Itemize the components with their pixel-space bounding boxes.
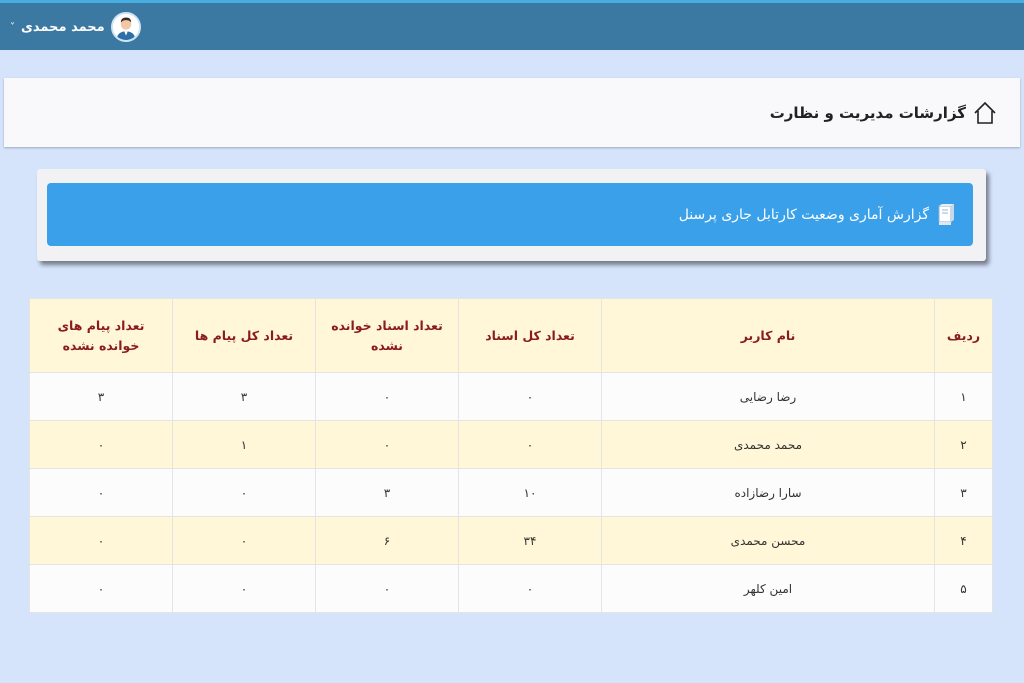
cell-unread-docs: ۳ [315, 468, 459, 517]
table-row[interactable]: ۵ امین کلهر ۰ ۰ ۰ ۰ [29, 564, 993, 613]
chevron-down-icon[interactable]: ˅ [10, 22, 15, 33]
col-header-total-msgs[interactable]: تعداد کل پیام ها [172, 298, 316, 373]
cell-total-docs: ۰ [458, 564, 602, 613]
user-menu[interactable]: ˅ محمد محمدی [10, 9, 141, 45]
cell-total-msgs: ۱ [172, 420, 316, 469]
cell-user-name: سارا رضازاده [601, 468, 935, 517]
cell-unread-docs: ۰ [315, 420, 459, 469]
cell-row: ۲ [934, 420, 993, 469]
cell-total-docs: ۱۰ [458, 468, 602, 517]
table-header-row: ردیف نام کاربر تعداد کل اسناد تعداد اسنا… [29, 298, 993, 373]
cell-total-docs: ۰ [458, 372, 602, 421]
cell-total-msgs: ۰ [172, 564, 316, 613]
cell-unread-msgs: ۰ [29, 420, 173, 469]
col-header-unread-docs[interactable]: تعداد اسناد خوانده نشده [315, 298, 459, 373]
cell-user-name: امین کلهر [601, 564, 935, 613]
table-row[interactable]: ۴ محسن محمدی ۳۴ ۶ ۰ ۰ [29, 516, 993, 565]
table-row[interactable]: ۱ رضا رضایی ۰ ۰ ۳ ۳ [29, 372, 993, 421]
user-avatar-icon[interactable] [110, 12, 141, 42]
cell-unread-docs: ۰ [315, 372, 459, 421]
cell-total-msgs: ۰ [172, 516, 316, 565]
cell-unread-docs: ۰ [315, 564, 459, 613]
cell-row: ۱ [934, 372, 993, 421]
cell-row: ۴ [934, 516, 993, 565]
book-icon [938, 203, 954, 225]
col-header-user-name[interactable]: نام کاربر [601, 298, 935, 373]
cell-unread-msgs: ۰ [29, 468, 173, 517]
top-bar: ˅ محمد محمدی [0, 0, 1024, 50]
col-header-row[interactable]: ردیف [934, 298, 993, 373]
table-row[interactable]: ۲ محمد محمدی ۰ ۰ ۱ ۰ [29, 420, 993, 469]
page-header: گزارشات مدیریت و نظارت [4, 78, 1020, 147]
report-banner: گزارش آماری وضعیت کارتابل جاری پرسنل [47, 183, 973, 246]
cell-unread-msgs: ۰ [29, 516, 173, 565]
cell-user-name: محسن محمدی [601, 516, 935, 565]
cell-total-msgs: ۳ [172, 372, 316, 421]
cell-total-msgs: ۰ [172, 468, 316, 517]
cell-row: ۵ [934, 564, 993, 613]
cell-total-docs: ۳۴ [458, 516, 602, 565]
cell-row: ۳ [934, 468, 993, 517]
report-title: گزارش آماری وضعیت کارتابل جاری پرسنل [678, 206, 929, 223]
cell-unread-msgs: ۰ [29, 564, 173, 613]
home-icon[interactable] [972, 100, 998, 126]
report-card: گزارش آماری وضعیت کارتابل جاری پرسنل [37, 169, 986, 261]
report-table: ردیف نام کاربر تعداد کل اسناد تعداد اسنا… [29, 298, 993, 613]
col-header-total-docs[interactable]: تعداد کل اسناد [458, 298, 602, 373]
cell-total-docs: ۰ [458, 420, 602, 469]
cell-unread-msgs: ۳ [29, 372, 173, 421]
page-title: گزارشات مدیریت و نظارت [769, 103, 966, 122]
user-name[interactable]: محمد محمدی [21, 20, 105, 35]
table-row[interactable]: ۳ سارا رضازاده ۱۰ ۳ ۰ ۰ [29, 468, 993, 517]
cell-user-name: رضا رضایی [601, 372, 935, 421]
cell-unread-docs: ۶ [315, 516, 459, 565]
cell-user-name: محمد محمدی [601, 420, 935, 469]
col-header-unread-msgs[interactable]: تعداد پیام های خوانده نشده [29, 298, 173, 373]
